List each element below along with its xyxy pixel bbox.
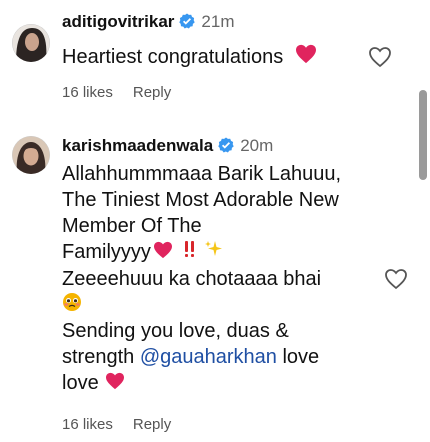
mention-link[interactable]: @gauaharkhan: [140, 346, 277, 368]
like-heart-icon[interactable]: [384, 268, 408, 290]
comment-1-author: aditigovitrikar 21m: [62, 12, 235, 34]
comment-line-emoji: [62, 292, 341, 318]
timestamp: 20m: [240, 136, 274, 155]
comment-line-emoji: Familyyyy: [62, 239, 341, 266]
comment-line: Allahhummmaaa Barik Lahuuu,: [62, 163, 342, 185]
avatar-karishmaadenwala[interactable]: [12, 136, 50, 174]
double-exclamation-emoji: [173, 239, 201, 266]
verified-badge-icon: [179, 13, 196, 34]
comment-line-mention: strength @gauaharkhan love: [62, 346, 320, 369]
likes-count[interactable]: 16 likes: [62, 416, 113, 433]
comment-line: Heartiest congratulations: [62, 46, 284, 68]
avatar-aditigovitrikar[interactable]: [12, 24, 50, 62]
comment-line: Member Of The: [62, 215, 202, 237]
red-heart-emoji: [289, 44, 317, 71]
comment-1-text: Heartiest congratulations: [62, 44, 317, 71]
username[interactable]: aditigovitrikar: [62, 12, 174, 31]
username[interactable]: karishmaadenwala: [62, 136, 213, 155]
comment-line: Zeeeehuuu ka chotaaaa bhai: [62, 268, 322, 291]
comment-line: The Tiniest Most Adorable New: [62, 189, 339, 211]
comment-2-meta: 16 likes Reply: [62, 416, 191, 433]
red-heart-emoji: [151, 240, 173, 266]
comment-line: Sending you love, duas &: [62, 320, 289, 343]
likes-count[interactable]: 16 likes: [62, 84, 113, 101]
comment-2-text: Allahhummmaaa Barik Lahuuu, The Tiniest …: [62, 161, 341, 397]
comment-1-meta: 16 likes Reply: [62, 84, 191, 101]
like-heart-icon[interactable]: [368, 46, 392, 68]
reply-button[interactable]: Reply: [133, 416, 171, 433]
sparkles-emoji: [201, 239, 225, 266]
verified-badge-icon: [218, 137, 234, 158]
scrollbar[interactable]: [419, 90, 427, 180]
reply-button[interactable]: Reply: [133, 84, 171, 101]
comment-2-author: karishmaadenwala 20m: [62, 136, 273, 158]
timestamp: 21m: [201, 12, 235, 31]
red-heart-emoji: [99, 371, 125, 397]
pleading-face-emoji: [62, 292, 82, 319]
comment-line-emoji: love: [62, 370, 341, 397]
